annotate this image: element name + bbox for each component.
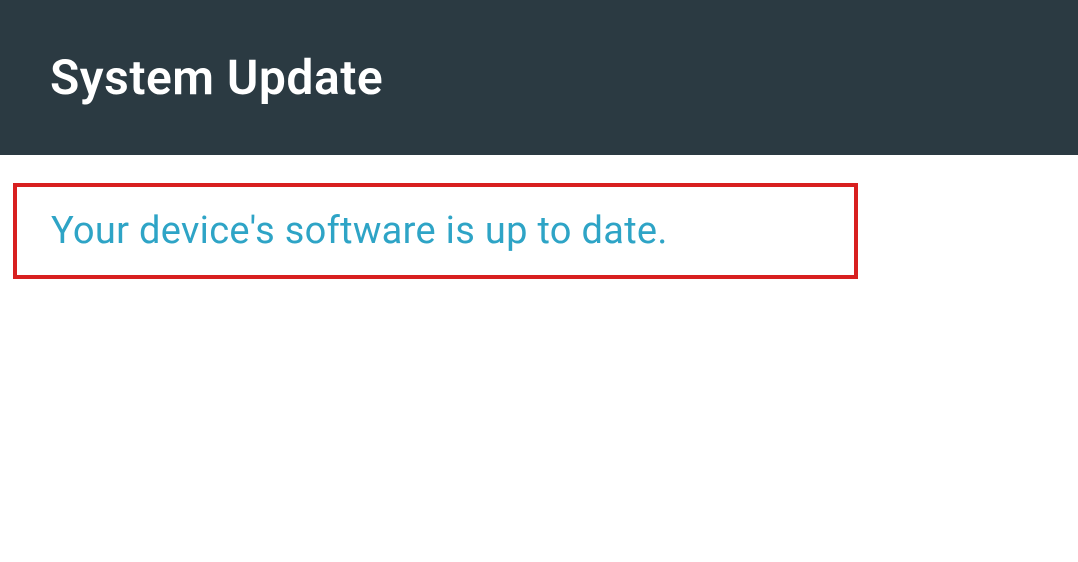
app-header: System Update <box>0 0 1078 155</box>
status-highlight-box: Your device's software is up to date. <box>13 183 858 279</box>
status-message: Your device's software is up to date. <box>51 209 668 253</box>
content-area: Your device's software is up to date. <box>0 155 1078 279</box>
page-title: System Update <box>50 49 383 106</box>
